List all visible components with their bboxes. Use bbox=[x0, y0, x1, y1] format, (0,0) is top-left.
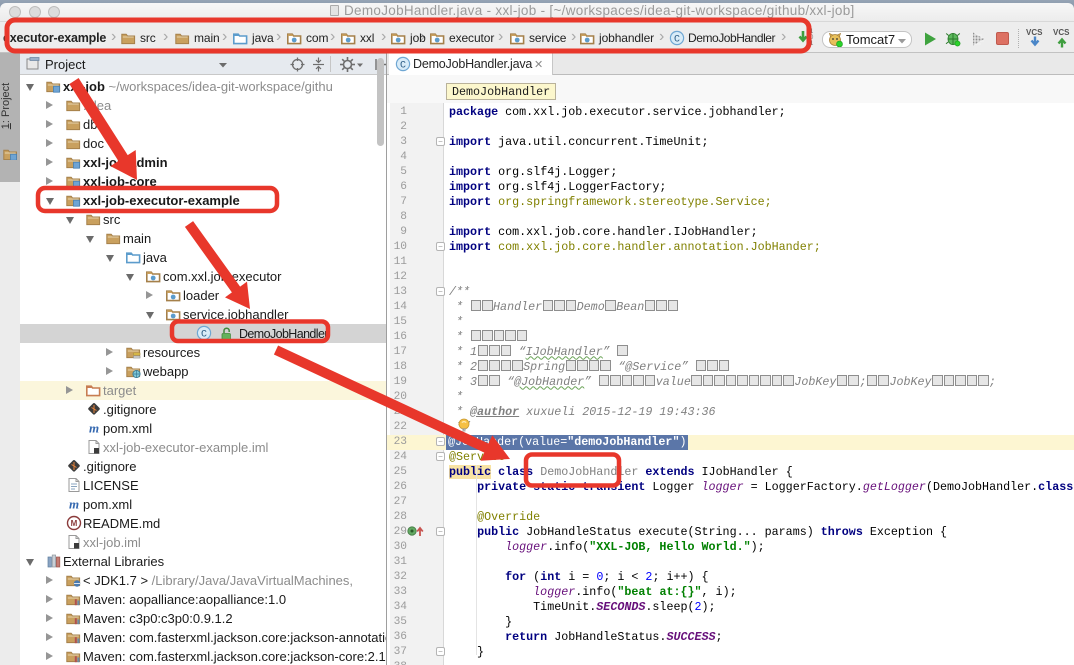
svg-text:M: M bbox=[71, 519, 78, 528]
svg-text:C: C bbox=[674, 35, 680, 46]
svg-text:m: m bbox=[69, 497, 79, 512]
svg-text:C: C bbox=[400, 61, 406, 72]
svg-text:C: C bbox=[201, 330, 207, 341]
svg-text:m: m bbox=[89, 421, 99, 436]
